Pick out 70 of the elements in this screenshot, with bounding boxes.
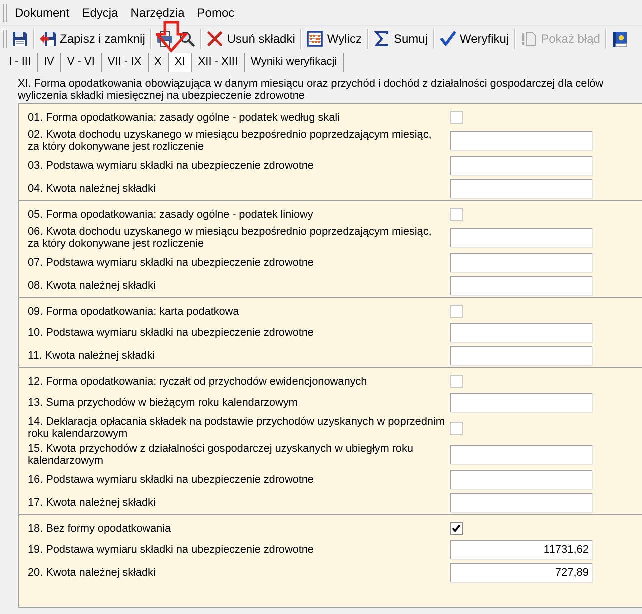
input-field[interactable]: 11731,62 bbox=[450, 540, 593, 560]
grip-handle[interactable] bbox=[3, 30, 7, 48]
input-field[interactable] bbox=[450, 393, 593, 413]
input-field[interactable] bbox=[450, 228, 593, 248]
input-field[interactable] bbox=[450, 276, 593, 296]
sum-button[interactable]: Sumuj bbox=[370, 28, 431, 50]
tab[interactable]: IV bbox=[38, 53, 62, 72]
field-label: 14. Deklaracja opłacania składek na podstawie przychodów uzyskanych w poprzednim roku kalendarzowym bbox=[28, 416, 445, 440]
checkbox[interactable] bbox=[450, 111, 463, 124]
section-title: XI. Forma opodatkowania obowiązująca w danym miesiącu oraz przychód i dochód z działalności gospodarczej dla celów wyliczenia składki miesięcznej na ubezpieczenie zdrowotne bbox=[18, 78, 605, 102]
printer-icon bbox=[157, 31, 174, 47]
tab[interactable]: Wyniki weryfikacji bbox=[245, 53, 344, 72]
menu-item[interactable]: Edycja bbox=[76, 4, 124, 22]
input-field[interactable] bbox=[450, 346, 593, 366]
tab[interactable]: V - VI bbox=[61, 53, 102, 72]
checkbox[interactable] bbox=[450, 305, 463, 318]
input-field[interactable] bbox=[450, 131, 593, 151]
checkbox[interactable] bbox=[450, 208, 463, 221]
annotation-arrow bbox=[156, 21, 188, 53]
checkbox[interactable] bbox=[450, 422, 463, 434]
input-field[interactable] bbox=[450, 445, 593, 465]
checkbox[interactable] bbox=[450, 522, 463, 535]
field-label: 13. Suma przychodów w bieżącym roku kalendarzowym bbox=[28, 397, 298, 409]
alert-page-icon bbox=[521, 31, 538, 47]
field-label: 08. Kwota należnej składki bbox=[28, 280, 156, 292]
field-label: 19. Podstawa wymiaru składki na ubezpieczenie zdrowotne bbox=[28, 544, 314, 556]
abacus-icon bbox=[307, 31, 324, 47]
input-field[interactable] bbox=[450, 470, 593, 490]
checkbox[interactable] bbox=[450, 375, 463, 388]
sigma-icon bbox=[374, 31, 390, 47]
input-field[interactable] bbox=[450, 179, 593, 199]
input-field[interactable]: 727,89 bbox=[450, 563, 593, 583]
calculate-button[interactable]: Wylicz bbox=[304, 28, 365, 50]
tab[interactable]: I - III bbox=[3, 53, 38, 72]
input-field[interactable] bbox=[450, 323, 593, 343]
field-label: 05. Forma opodatkowania: zasady ogólne - podatek liniowy bbox=[28, 208, 314, 220]
field-label: 20. Kwota należnej składki bbox=[28, 567, 156, 579]
field-label: 09. Forma opodatkowania: karta podatkowa bbox=[28, 306, 240, 318]
field-label: 17. Kwota należnej składki bbox=[28, 497, 156, 509]
tab[interactable]: VII - IX bbox=[102, 53, 149, 72]
cross-icon bbox=[207, 31, 224, 47]
verify-button[interactable]: Weryfikuj bbox=[436, 28, 512, 50]
grip-handle[interactable] bbox=[3, 4, 7, 22]
magnifier-icon bbox=[179, 31, 196, 47]
input-field[interactable] bbox=[450, 253, 593, 273]
floppy-icon bbox=[12, 31, 28, 47]
tab[interactable]: XII - XIII bbox=[192, 53, 246, 72]
menu-item[interactable]: Narzędzia bbox=[124, 4, 191, 22]
field-label: 03. Podstawa wymiaru składki na ubezpieczenie zdrowotne bbox=[28, 160, 314, 172]
field-label: 06. Kwota dochodu uzyskanego w miesiącu bezpośrednio poprzedzającym miesiąc, za który dokonywane jest rozliczenie bbox=[28, 226, 432, 250]
field-label: 10. Podstawa wymiaru składki na ubezpieczenie zdrowotne bbox=[28, 327, 314, 339]
check-icon bbox=[440, 31, 456, 47]
menu-item[interactable]: Pomoc bbox=[191, 4, 241, 22]
field-label: 15. Kwota przychodów z działalności gospodarczej uzyskanych w ubiegłym roku kalendarzowym bbox=[28, 443, 414, 467]
field-label: 12. Forma opodatkowania: ryczałt od przychodów ewidencjonowanych bbox=[28, 376, 368, 388]
field-label: 02. Kwota dochodu uzyskanego w miesiącu bezpośrednio poprzedzającym miesiąc, za który dokonywane jest rozliczenie bbox=[28, 129, 432, 153]
menu-item[interactable]: Dokument bbox=[9, 4, 76, 22]
field-label: 11. Kwota należnej składki bbox=[28, 350, 155, 362]
field-label: 04. Kwota należnej składki bbox=[28, 183, 156, 195]
field-label: 18. Bez formy opodatkowania bbox=[28, 522, 172, 534]
tab[interactable]: XI bbox=[168, 53, 192, 72]
input-field[interactable] bbox=[450, 156, 593, 176]
input-field[interactable] bbox=[450, 493, 593, 513]
field-label: 01. Forma opodatkowania: zasady ogólne - podatek według skali bbox=[28, 112, 340, 124]
field-label: 07. Podstawa wymiaru składki na ubezpieczenie zdrowotne bbox=[28, 257, 314, 269]
delete-button[interactable]: Usuń składki bbox=[204, 28, 298, 50]
book-icon bbox=[612, 31, 628, 47]
field-label: 16. Podstawa wymiaru składki na ubezpieczenie zdrowotne bbox=[28, 474, 314, 486]
floppy-arrow-icon bbox=[40, 31, 56, 47]
save-close-button[interactable]: Zapisz i zamknij bbox=[37, 28, 148, 50]
